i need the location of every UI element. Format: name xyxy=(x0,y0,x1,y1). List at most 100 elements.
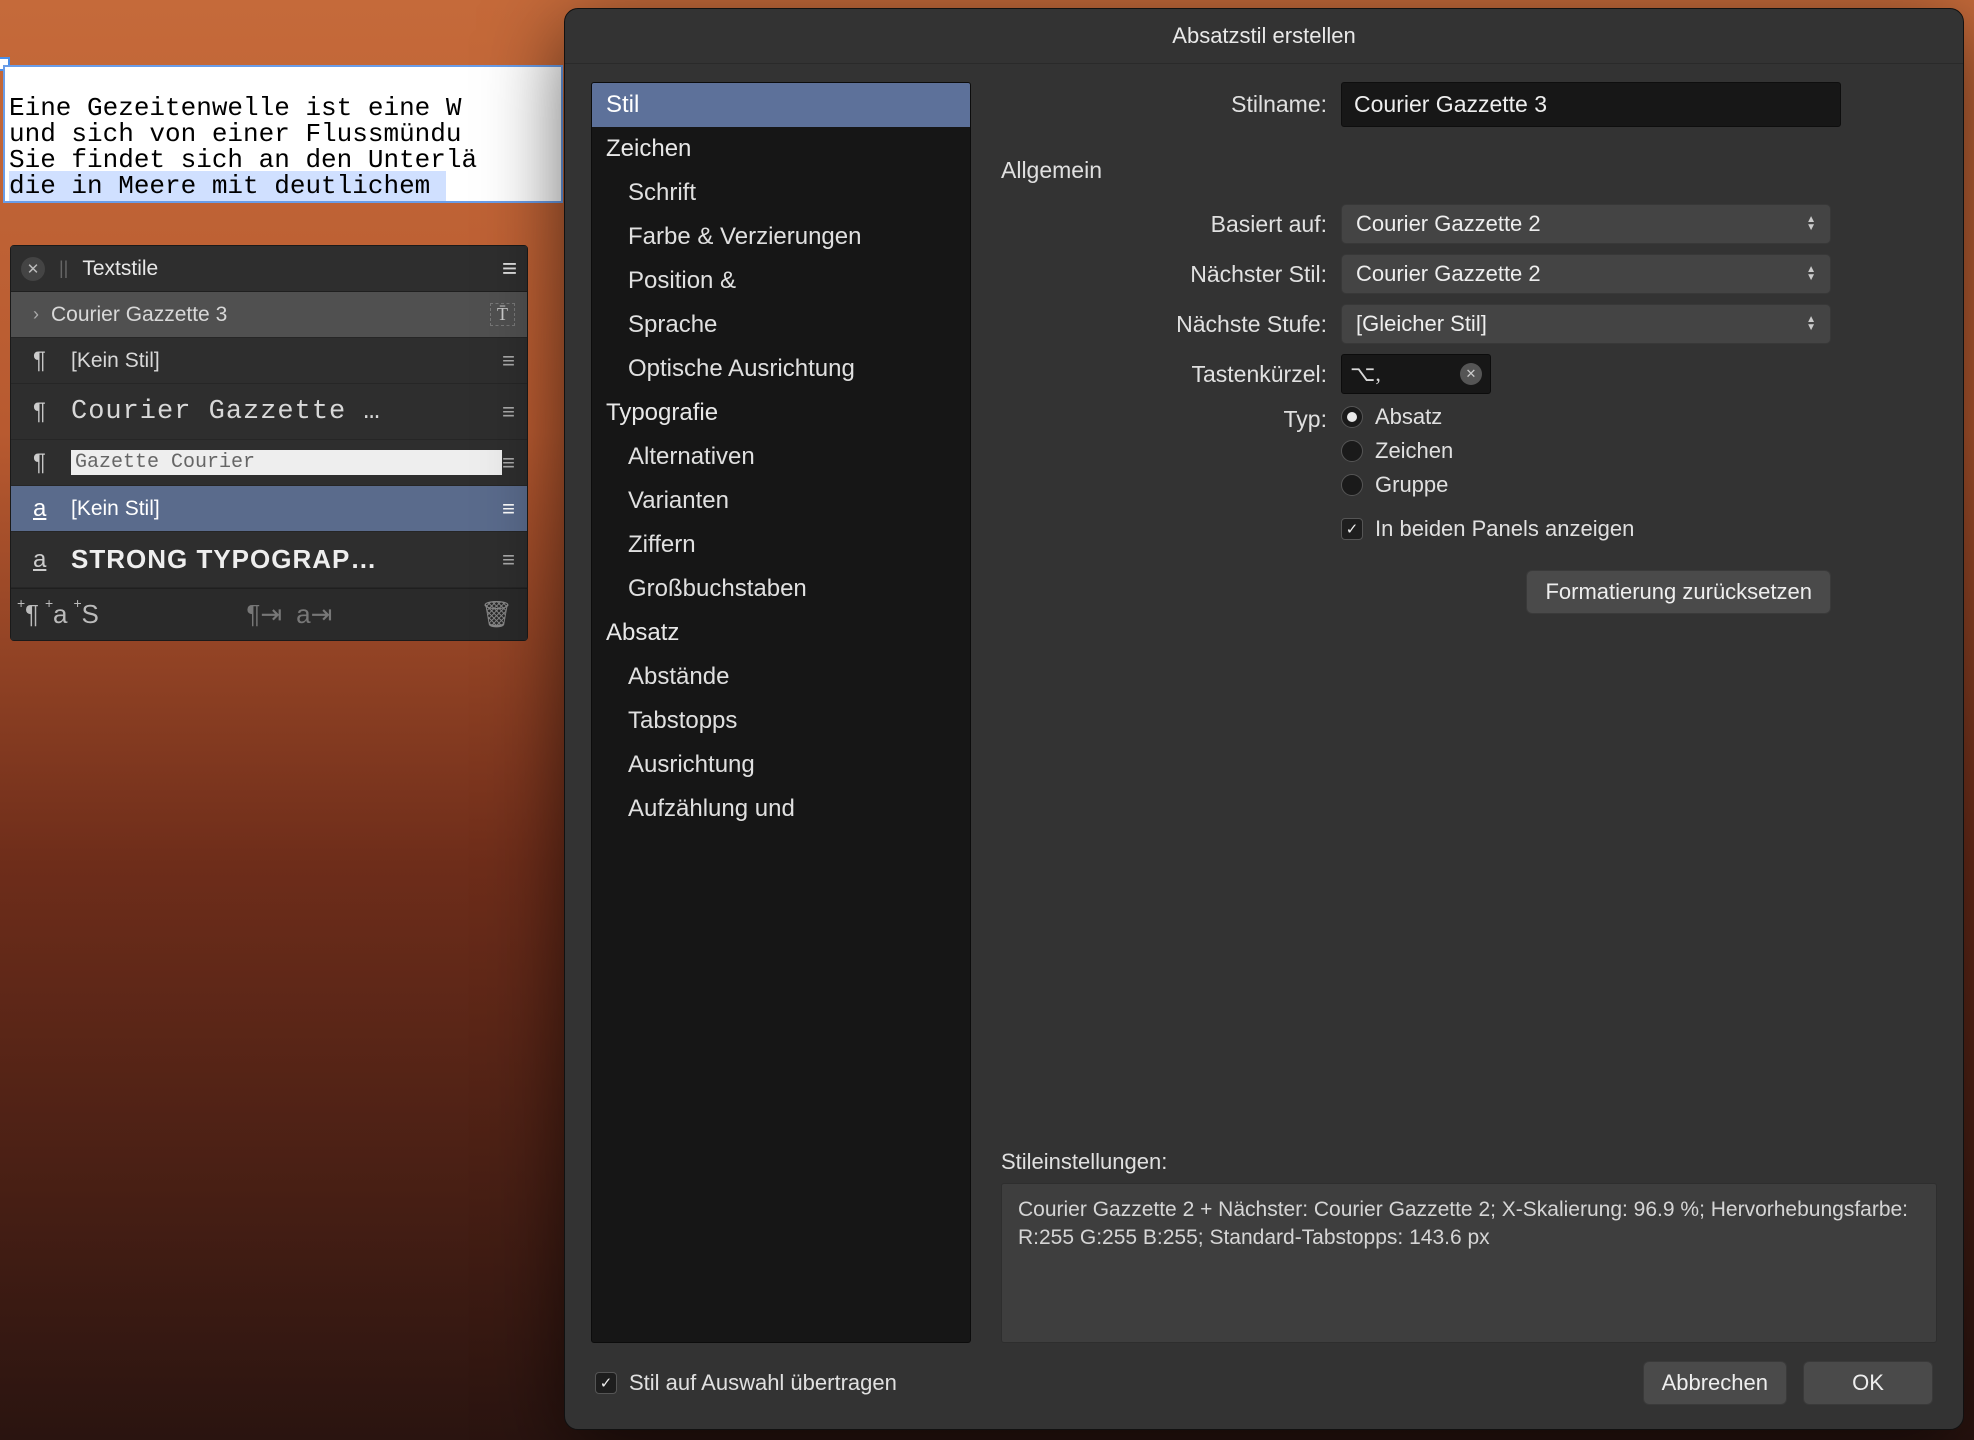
row-menu-icon[interactable]: ≡ xyxy=(502,496,515,522)
sidebar-item-schrift[interactable]: Schrift xyxy=(592,171,970,215)
typ-radio-gruppe[interactable]: Gruppe xyxy=(1341,472,1453,498)
panel-drag-handle-icon[interactable]: || xyxy=(59,258,68,279)
sidebar-item-ziffern[interactable]: Ziffern xyxy=(592,523,970,567)
radio-icon xyxy=(1341,474,1363,496)
checkbox-label: Stil auf Auswahl übertragen xyxy=(629,1370,897,1396)
style-row-courier[interactable]: ¶ Courier Gazzette … ≡ xyxy=(11,384,527,440)
delete-style-icon[interactable]: 🗑 xyxy=(480,599,513,630)
apply-to-selection-checkbox[interactable]: ✓ Stil auf Auswahl übertragen xyxy=(595,1370,897,1396)
style-row-editing[interactable]: ¶ Gazette Courier ≡ xyxy=(11,440,527,486)
naechste-stufe-select[interactable]: [Gleicher Stil] ▲▼ xyxy=(1341,304,1831,344)
sidebar-item-tabstopps[interactable]: Tabstopps xyxy=(592,699,970,743)
dialog-sidebar[interactable]: Stil Zeichen Schrift Farbe & Verzierunge… xyxy=(591,82,971,1343)
row-menu-icon[interactable]: ≡ xyxy=(502,547,515,573)
dialog-title: Absatzstil erstellen xyxy=(565,9,1963,64)
checkbox-label: In beiden Panels anzeigen xyxy=(1375,516,1634,542)
current-style-label: Courier Gazzette 3 xyxy=(51,303,490,327)
text-styles-panel: ✕ || Textstile ≡ › Courier Gazzette 3 T̄… xyxy=(10,245,528,641)
update-paragraph-icon[interactable]: ¶⇥ xyxy=(246,599,282,630)
tastenkuerzel-label: Tastenkürzel: xyxy=(1001,361,1341,388)
panel-footer: +¶ +a +S ¶⇥ a⇥ 🗑 xyxy=(11,588,527,640)
sidebar-item-aufzaehlung[interactable]: Aufzählung und xyxy=(592,787,970,831)
select-arrows-icon: ▲▼ xyxy=(1806,316,1816,332)
typ-label: Typ: xyxy=(1001,404,1341,433)
radio-label: Gruppe xyxy=(1375,472,1448,498)
sidebar-item-stil[interactable]: Stil xyxy=(592,83,970,127)
sidebar-item-position[interactable]: Position & xyxy=(592,259,970,303)
stileinstellungen-text: Courier Gazzette 2 + Nächster: Courier G… xyxy=(1001,1183,1937,1343)
style-row-char-no-style[interactable]: a [Kein Stil] ≡ xyxy=(11,486,527,532)
stilname-input[interactable] xyxy=(1341,82,1841,127)
stileinstellungen-label: Stileinstellungen: xyxy=(1001,1149,1937,1175)
style-label: [Kein Stil] xyxy=(71,349,502,373)
sidebar-item-farbe[interactable]: Farbe & Verzierungen xyxy=(592,215,970,259)
doc-line-highlighted: die in Meere mit deutlichem xyxy=(9,171,446,201)
tastenkuerzel-input[interactable]: ⌥, ✕ xyxy=(1341,354,1491,394)
clear-shortcut-icon[interactable]: ✕ xyxy=(1460,363,1482,385)
document-text-frame[interactable]: Eine Gezeitenwelle ist eine W und sich v… xyxy=(3,65,563,203)
dialog-content: Stilname: Allgemein Basiert auf: Courier… xyxy=(1001,82,1937,1343)
radio-label: Absatz xyxy=(1375,404,1442,430)
chevron-right-icon: › xyxy=(33,304,39,325)
ok-button[interactable]: OK xyxy=(1803,1361,1933,1405)
radio-label: Zeichen xyxy=(1375,438,1453,464)
row-menu-icon[interactable]: ≡ xyxy=(502,450,515,476)
style-row-strong[interactable]: a STRONG TYPOGRAP… ≡ xyxy=(11,532,527,588)
basiert-auf-select[interactable]: Courier Gazzette 2 ▲▼ xyxy=(1341,204,1831,244)
typ-radio-absatz[interactable]: Absatz xyxy=(1341,404,1453,430)
style-label: Courier Gazzette … xyxy=(71,397,502,427)
select-value: [Gleicher Stil] xyxy=(1356,311,1487,337)
panel-close-icon[interactable]: ✕ xyxy=(21,257,45,281)
create-style-icon[interactable]: T̄ xyxy=(490,303,515,326)
sidebar-item-sprache[interactable]: Sprache xyxy=(592,303,970,347)
panel-header: ✕ || Textstile ≡ xyxy=(11,246,527,292)
sidebar-item-varianten[interactable]: Varianten xyxy=(592,479,970,523)
select-value: Courier Gazzette 2 xyxy=(1356,211,1541,237)
radio-icon xyxy=(1341,406,1363,428)
style-label: STRONG TYPOGRAP… xyxy=(71,544,502,575)
style-label-editing[interactable]: Gazette Courier xyxy=(71,450,502,475)
sidebar-item-optische[interactable]: Optische Ausrichtung xyxy=(592,347,970,391)
select-value: Courier Gazzette 2 xyxy=(1356,261,1541,287)
update-character-icon[interactable]: a⇥ xyxy=(296,599,332,630)
dialog-footer: ✓ Stil auf Auswahl übertragen Abbrechen … xyxy=(565,1343,1963,1429)
create-paragraph-style-dialog: Absatzstil erstellen Stil Zeichen Schrif… xyxy=(564,8,1964,1430)
paragraph-icon: ¶ xyxy=(33,449,61,477)
sidebar-item-abstaende[interactable]: Abstände xyxy=(592,655,970,699)
sidebar-item-absatz[interactable]: Absatz xyxy=(592,611,970,655)
current-style-row[interactable]: › Courier Gazzette 3 T̄ xyxy=(11,292,527,338)
paragraph-icon: ¶ xyxy=(33,347,61,375)
radio-icon xyxy=(1341,440,1363,462)
reset-formatting-button[interactable]: Formatierung zurücksetzen xyxy=(1526,570,1831,614)
naechster-stil-label: Nächster Stil: xyxy=(1001,261,1341,288)
sidebar-item-typografie[interactable]: Typografie xyxy=(592,391,970,435)
paragraph-icon: ¶ xyxy=(33,398,61,426)
checkbox-icon: ✓ xyxy=(595,1372,617,1394)
checkbox-icon: ✓ xyxy=(1341,518,1363,540)
cancel-button[interactable]: Abbrechen xyxy=(1643,1361,1787,1405)
style-row-no-style[interactable]: ¶ [Kein Stil] ≡ xyxy=(11,338,527,384)
style-label: [Kein Stil] xyxy=(71,497,502,521)
sidebar-item-gross[interactable]: Großbuchstaben xyxy=(592,567,970,611)
sidebar-item-ausrichtung[interactable]: Ausrichtung xyxy=(592,743,970,787)
character-style-icon: a xyxy=(33,546,61,574)
sidebar-item-alternativen[interactable]: Alternativen xyxy=(592,435,970,479)
row-menu-icon[interactable]: ≡ xyxy=(502,348,515,374)
beiden-panels-checkbox[interactable]: ✓ In beiden Panels anzeigen xyxy=(1341,516,1634,542)
new-paragraph-style-button[interactable]: +¶ xyxy=(25,599,39,630)
character-style-icon: a xyxy=(33,495,61,523)
new-character-style-button[interactable]: +a xyxy=(53,599,67,630)
select-arrows-icon: ▲▼ xyxy=(1806,266,1816,282)
row-menu-icon[interactable]: ≡ xyxy=(502,399,515,425)
panel-menu-icon[interactable]: ≡ xyxy=(502,253,517,284)
stilname-label: Stilname: xyxy=(1001,91,1341,118)
naechster-stil-select[interactable]: Courier Gazzette 2 ▲▼ xyxy=(1341,254,1831,294)
new-group-button[interactable]: +S xyxy=(81,599,98,630)
panel-title: Textstile xyxy=(82,257,158,281)
shortcut-value: ⌥, xyxy=(1350,361,1381,387)
basiert-auf-label: Basiert auf: xyxy=(1001,211,1341,238)
typ-radio-zeichen[interactable]: Zeichen xyxy=(1341,438,1453,464)
select-arrows-icon: ▲▼ xyxy=(1806,216,1816,232)
sidebar-item-zeichen[interactable]: Zeichen xyxy=(592,127,970,171)
section-allgemein: Allgemein xyxy=(1001,157,1937,184)
